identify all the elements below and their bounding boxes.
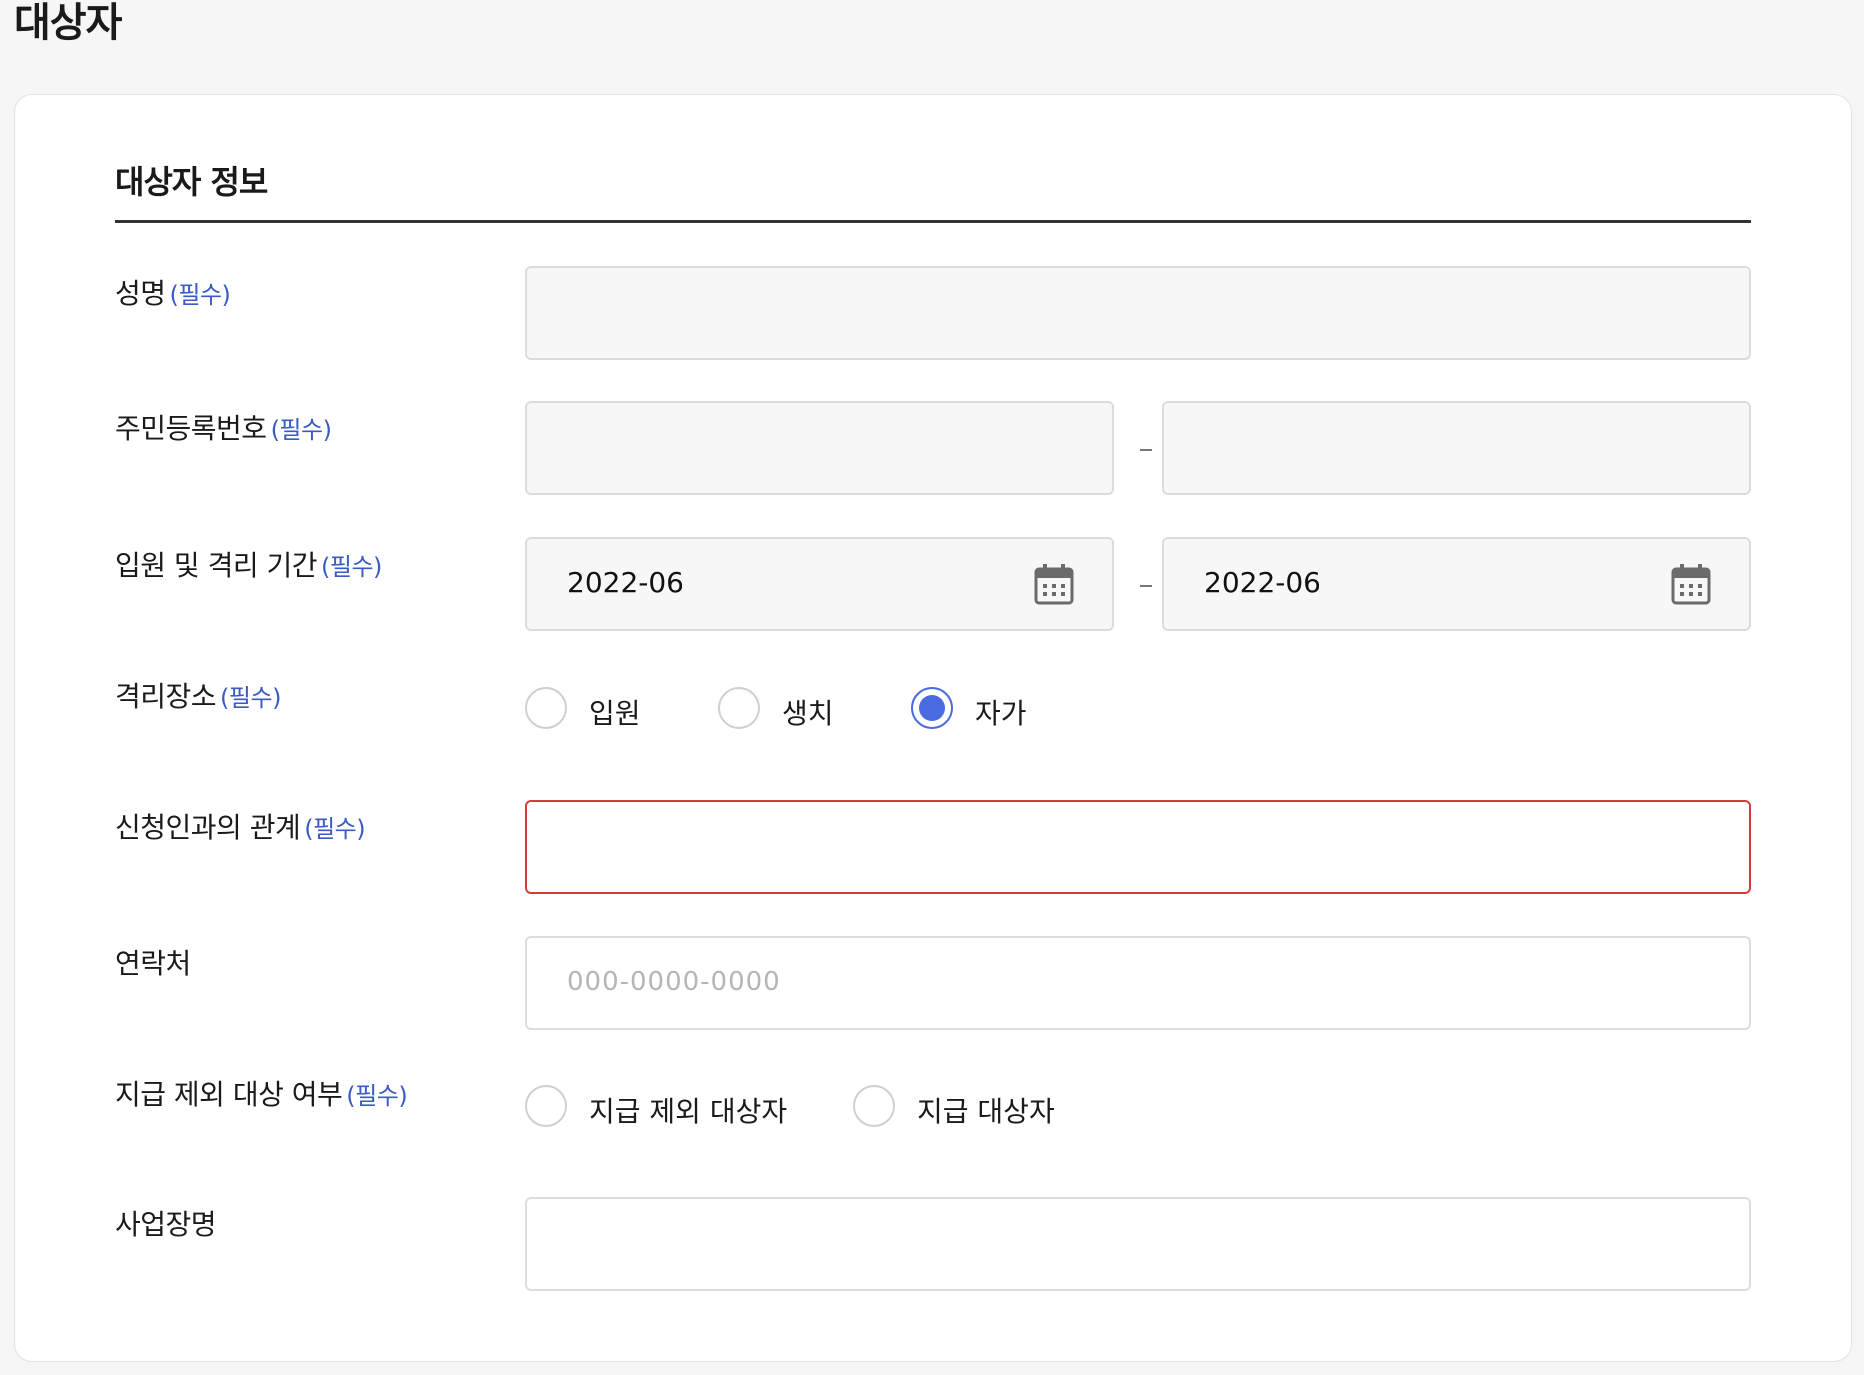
resident-number-label: 주민등록번호 (필수) [115,407,332,447]
workplace-input[interactable] [525,1197,1751,1291]
period-end-value: 2022-06-1 [1204,566,1319,599]
required-mark: (필수) [220,684,281,712]
relationship-input[interactable] [525,800,1751,894]
contact-label-text: 연락처 [115,947,191,980]
radio-payment-excluded-label[interactable]: 지급 제외 대상자 [589,1090,787,1130]
relationship-label-text: 신청인과의 관계 [115,811,301,844]
period-start-date-input[interactable]: 2022-06- [525,537,1114,631]
relationship-label: 신청인과의 관계 (필수) [115,806,366,846]
workplace-label: 사업장명 [115,1203,217,1243]
radio-treatment-center[interactable] [718,687,760,729]
radio-payment-eligible-label[interactable]: 지급 대상자 [917,1090,1055,1130]
required-mark: (필수) [321,553,382,581]
section-divider [115,220,1751,223]
calendar-icon[interactable] [1671,563,1711,605]
resident-number-front-input[interactable] [525,401,1114,495]
payment-exclusion-label-text: 지급 제외 대상 여부 [115,1078,343,1111]
calendar-icon[interactable] [1034,563,1074,605]
required-mark: (필수) [169,281,231,309]
quarantine-place-label: 격리장소 (필수) [115,675,281,715]
name-input[interactable] [525,266,1751,360]
resident-number-label-text: 주민등록번호 [115,412,267,445]
payment-exclusion-label: 지급 제외 대상 여부 (필수) [115,1073,408,1113]
separator-dash [1140,585,1152,587]
contact-placeholder: 000-0000-0000 [567,967,781,997]
radio-payment-eligible[interactable] [853,1085,895,1127]
contact-input[interactable]: 000-0000-0000 [525,936,1751,1030]
name-label-text: 성명 [115,277,166,310]
required-mark: (필수) [346,1082,408,1110]
period-start-value: 2022-06- [567,566,682,599]
resident-number-back-input[interactable] [1162,401,1751,495]
period-label: 입원 및 격리 기간 (필수) [115,544,382,584]
required-mark: (필수) [304,815,366,843]
required-mark: (필수) [270,416,332,444]
period-label-text: 입원 및 격리 기간 [115,549,318,582]
workplace-label-text: 사업장명 [115,1208,217,1241]
radio-self-quarantine-label[interactable]: 자가 [975,692,1027,732]
radio-hospital-label[interactable]: 입원 [589,692,641,732]
contact-label: 연락처 [115,942,191,982]
subject-info-card: 대상자 정보 성명 (필수) 주민등록번호 (필수) 입원 및 격리 기간 (필수) … [14,94,1852,1362]
period-end-date-input[interactable]: 2022-06-1 [1162,537,1751,631]
page-title: 대상자 [14,0,122,46]
radio-payment-excluded[interactable] [525,1085,567,1127]
radio-self-quarantine[interactable] [911,687,953,729]
section-title: 대상자 정보 [115,163,268,201]
name-label: 성명 (필수) [115,272,231,312]
separator-dash [1140,449,1152,451]
radio-hospital[interactable] [525,687,567,729]
radio-treatment-center-label[interactable]: 생치 [782,692,834,732]
quarantine-place-label-text: 격리장소 [115,680,217,713]
